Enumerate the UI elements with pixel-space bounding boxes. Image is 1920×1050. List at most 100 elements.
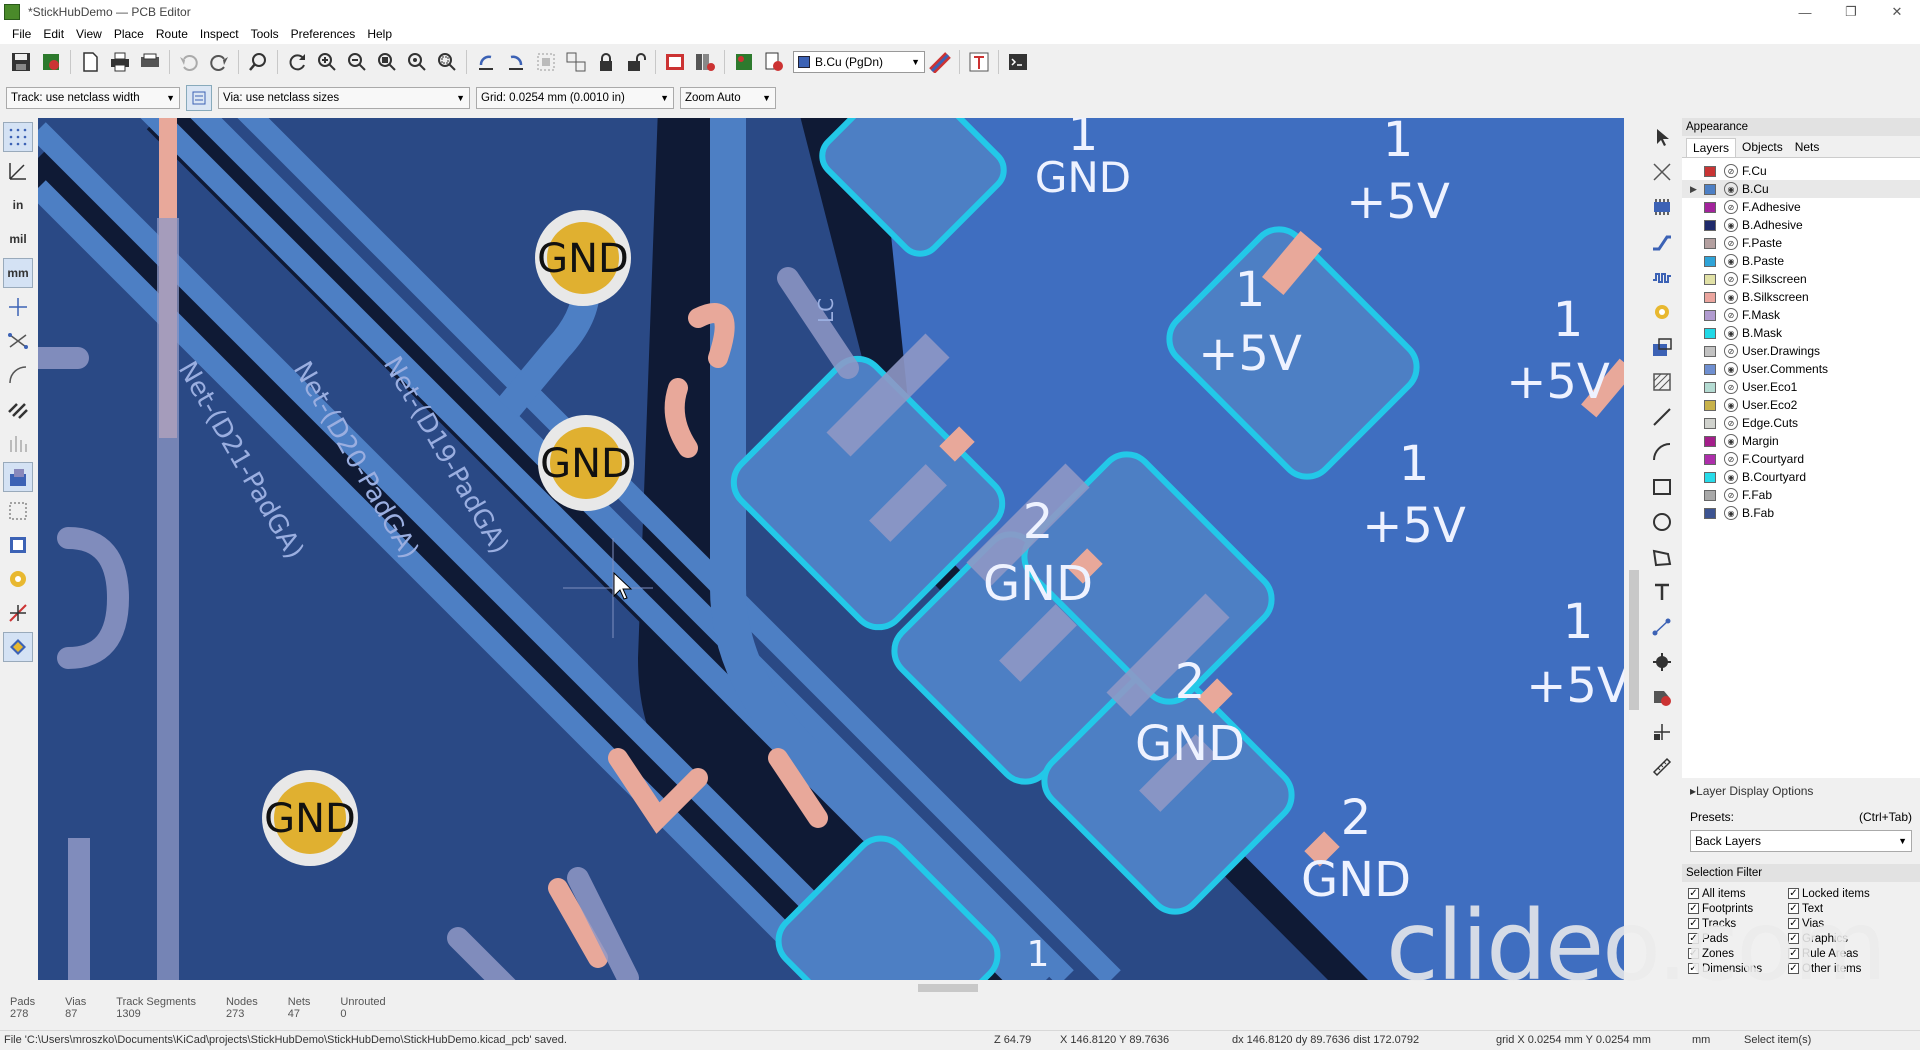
board-setup-icon[interactable] (36, 47, 66, 77)
net-highlight-icon[interactable] (3, 428, 33, 458)
fill-zones-icon[interactable] (3, 496, 33, 526)
layer-color-swatch[interactable] (1704, 291, 1716, 303)
via-size-select[interactable]: Via: use netclass sizes ▼ (218, 87, 470, 109)
units-mil-toggle[interactable]: mil (3, 224, 33, 254)
minimize-button[interactable]: — (1782, 0, 1828, 24)
menu-file[interactable]: File (6, 27, 37, 41)
draw-line-icon[interactable] (1647, 402, 1677, 432)
grid-toggle-icon[interactable] (3, 122, 33, 152)
layer-color-swatch[interactable] (1704, 237, 1716, 249)
layer-row[interactable]: ◉ User.Eco2 (1682, 396, 1920, 414)
layer-row[interactable]: ⊘ F.Mask (1682, 306, 1920, 324)
menu-route[interactable]: Route (150, 27, 194, 41)
visibility-eye-icon[interactable]: ⊘ (1724, 452, 1738, 466)
layer-color-swatch[interactable] (1704, 309, 1716, 321)
refresh-icon[interactable] (282, 47, 312, 77)
visibility-eye-icon[interactable]: ◉ (1724, 506, 1738, 520)
track-display-icon[interactable] (3, 598, 33, 628)
schematic-editor-icon[interactable] (964, 47, 994, 77)
cursor-shape-icon[interactable] (3, 292, 33, 322)
group-icon[interactable] (531, 47, 561, 77)
layer-color-swatch[interactable] (1704, 219, 1716, 231)
curved-ratsnest-icon[interactable] (3, 360, 33, 390)
layer-color-swatch[interactable] (1704, 273, 1716, 285)
tab-layers[interactable]: Layers (1686, 138, 1737, 157)
layer-row[interactable]: ⊘ F.Cu (1682, 162, 1920, 180)
visibility-eye-icon[interactable]: ⊘ (1724, 200, 1738, 214)
menu-place[interactable]: Place (108, 27, 150, 41)
visibility-eye-icon[interactable]: ⊘ (1724, 272, 1738, 286)
visibility-eye-icon[interactable]: ⊘ (1724, 308, 1738, 322)
layer-row[interactable]: ⊘ User.Drawings (1682, 342, 1920, 360)
add-text-icon[interactable] (1647, 577, 1677, 607)
layer-color-swatch[interactable] (1704, 363, 1716, 375)
layer-row[interactable]: ⊘ F.Paste (1682, 234, 1920, 252)
add-zone-icon[interactable] (1647, 332, 1677, 362)
rotate-cw-icon[interactable] (501, 47, 531, 77)
rotate-ccw-icon[interactable] (471, 47, 501, 77)
layer-row[interactable]: ◉ B.Adhesive (1682, 216, 1920, 234)
layer-row[interactable]: ◉ B.Courtyard (1682, 468, 1920, 486)
layer-color-swatch[interactable] (1704, 201, 1716, 213)
layer-row[interactable]: ⊘ User.Eco1 (1682, 378, 1920, 396)
restore-button[interactable]: ❐ (1828, 0, 1874, 24)
visibility-eye-icon[interactable]: ⊘ (1724, 416, 1738, 430)
set-origin-icon[interactable] (1647, 717, 1677, 747)
visibility-eye-icon[interactable]: ◉ (1724, 326, 1738, 340)
board-3d-icon[interactable] (3, 632, 33, 662)
netlist-update-icon[interactable] (660, 47, 690, 77)
zoom-select[interactable]: Zoom Auto ▼ (680, 87, 776, 109)
visibility-eye-icon[interactable]: ◉ (1724, 398, 1738, 412)
zoom-selection-icon[interactable] (432, 47, 462, 77)
visibility-eye-icon[interactable]: ◉ (1724, 470, 1738, 484)
menu-inspect[interactable]: Inspect (194, 27, 245, 41)
polar-coords-icon[interactable] (3, 156, 33, 186)
ungroup-icon[interactable] (561, 47, 591, 77)
visibility-eye-icon[interactable]: ⊘ (1724, 344, 1738, 358)
layer-color-swatch[interactable] (1704, 417, 1716, 429)
close-button[interactable]: ✕ (1874, 0, 1920, 24)
layer-color-swatch[interactable] (1704, 453, 1716, 465)
layer-pair-icon[interactable] (925, 47, 955, 77)
layer-row[interactable]: ◉ B.Paste (1682, 252, 1920, 270)
presets-select[interactable]: Back Layers ▼ (1690, 830, 1912, 852)
high-contrast-icon[interactable] (3, 394, 33, 424)
layer-display-options-toggle[interactable]: ▸Layer Display Options (1682, 778, 1920, 804)
drc-icon[interactable] (759, 47, 789, 77)
layer-row[interactable]: ▶ ◉ B.Cu (1682, 180, 1920, 198)
visibility-eye-icon[interactable]: ◉ (1724, 290, 1738, 304)
delete-tool-icon[interactable] (1647, 682, 1677, 712)
layer-row[interactable]: ⊘ F.Adhesive (1682, 198, 1920, 216)
add-via-icon[interactable] (1647, 297, 1677, 327)
measure-tool-icon[interactable] (1647, 752, 1677, 782)
scripting-plugin-icon[interactable] (729, 47, 759, 77)
layer-row[interactable]: ◉ B.Silkscreen (1682, 288, 1920, 306)
layer-color-swatch[interactable] (1704, 327, 1716, 339)
menu-tools[interactable]: Tools (245, 27, 285, 41)
draw-arc-icon[interactable] (1647, 437, 1677, 467)
visibility-eye-icon[interactable]: ⊘ (1724, 236, 1738, 250)
visibility-eye-icon[interactable]: ◉ (1724, 362, 1738, 376)
zoom-out-icon[interactable] (342, 47, 372, 77)
plot-icon[interactable] (135, 47, 165, 77)
layer-row[interactable]: ◉ User.Comments (1682, 360, 1920, 378)
layer-row[interactable]: ◉ Margin (1682, 432, 1920, 450)
layer-row[interactable]: ⊘ F.Fab (1682, 486, 1920, 504)
undo-icon[interactable] (174, 47, 204, 77)
draw-circle-icon[interactable] (1647, 507, 1677, 537)
menu-view[interactable]: View (70, 27, 108, 41)
auto-track-width-icon[interactable] (186, 85, 212, 111)
visibility-eye-icon[interactable]: ⊘ (1724, 380, 1738, 394)
layer-color-swatch[interactable] (1704, 489, 1716, 501)
footprint-library-icon[interactable] (690, 47, 720, 77)
layer-color-swatch[interactable] (1704, 255, 1716, 267)
lock-icon[interactable] (591, 47, 621, 77)
zoom-objects-icon[interactable] (402, 47, 432, 77)
units-inch-toggle[interactable]: in (3, 190, 33, 220)
canvas-vertical-scrollbar[interactable] (1626, 118, 1642, 980)
pcb-canvas[interactable]: GND GND GND Net-(D21-PadGA) Net-(D20-Pad… (38, 118, 1624, 980)
visibility-eye-icon[interactable]: ◉ (1724, 254, 1738, 268)
layer-color-swatch[interactable] (1704, 435, 1716, 447)
menu-preferences[interactable]: Preferences (285, 27, 362, 41)
local-ratsnest-icon[interactable] (1647, 157, 1677, 187)
